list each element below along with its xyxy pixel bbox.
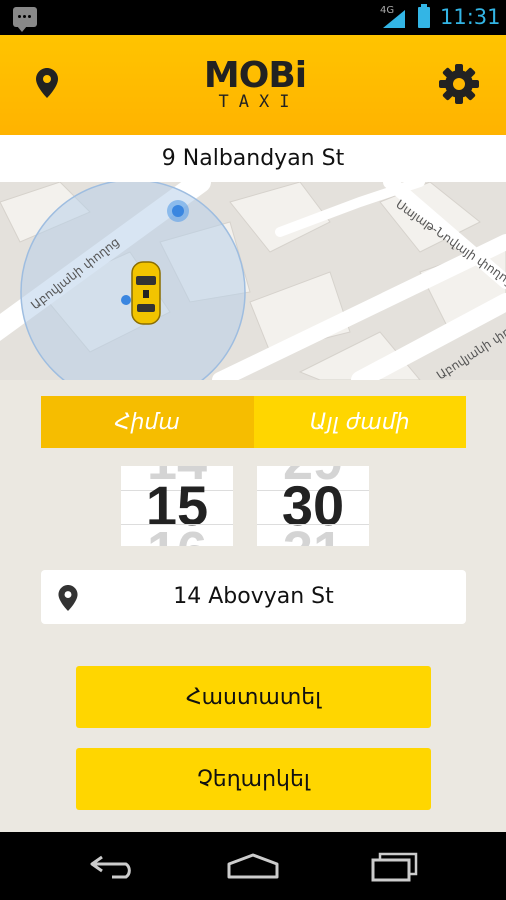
destination-address: 14 Abovyan St	[173, 584, 334, 609]
time-mode-toggle: Հիմա Այլ ժամի	[41, 396, 466, 448]
signal-icon	[383, 10, 405, 28]
minute-next: 31	[257, 524, 369, 546]
hour-next: 16	[121, 524, 233, 546]
map-view[interactable]: Աբովյանի փողոց Սայաթ-Նովայի փողոց Աբովյա…	[0, 182, 506, 380]
battery-icon	[418, 4, 430, 28]
minute-picker[interactable]: 29 30 31	[257, 466, 369, 546]
map-graphic: Աբովյանի փողոց Սայաթ-Նովայի փողոց Աբովյա…	[0, 182, 506, 380]
recent-apps-icon[interactable]	[370, 852, 420, 882]
logo-sub: TAXI	[218, 92, 300, 112]
status-time: 11:31	[440, 5, 501, 29]
navigation-bar	[0, 832, 506, 900]
back-icon[interactable]	[88, 854, 138, 880]
home-icon[interactable]	[226, 852, 280, 880]
tab-now[interactable]: Հիմա	[41, 396, 254, 448]
cancel-button[interactable]: Չեղարկել	[76, 748, 431, 810]
gear-icon[interactable]	[438, 63, 480, 105]
location-pin-icon	[58, 585, 78, 611]
tab-later[interactable]: Այլ ժամի	[253, 396, 466, 448]
hour-picker[interactable]: 14 15 16	[121, 466, 233, 546]
logo-main: MOBi	[203, 55, 307, 96]
app-logo: MOBi TAXI	[203, 55, 307, 113]
location-pin-icon[interactable]	[36, 68, 58, 98]
pickup-address[interactable]: 9 Nalbandyan St	[0, 135, 506, 182]
status-bar: 4G 11:31	[0, 0, 506, 35]
destination-field[interactable]: 14 Abovyan St	[41, 570, 466, 624]
confirm-button[interactable]: Հաստատել	[76, 666, 431, 728]
message-icon	[13, 7, 37, 32]
